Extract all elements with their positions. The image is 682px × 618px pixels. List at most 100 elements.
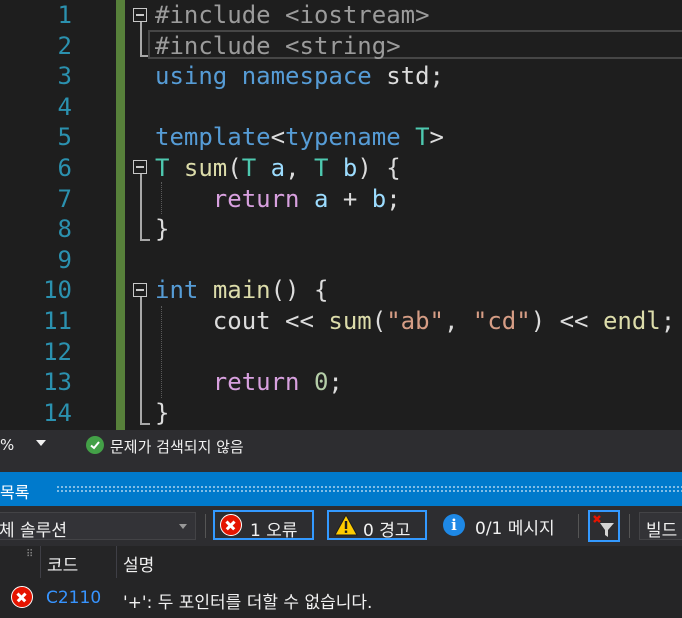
code-token: + bbox=[328, 184, 372, 213]
code-token: namespace bbox=[241, 62, 372, 91]
zoom-level[interactable]: % bbox=[0, 436, 14, 454]
outline-guide bbox=[140, 423, 150, 425]
line-number: 12 bbox=[43, 337, 72, 366]
code-line[interactable]: return 0; bbox=[155, 367, 343, 397]
line-number: 3 bbox=[57, 62, 72, 91]
code-token: int bbox=[155, 276, 199, 305]
check-circle-icon bbox=[86, 436, 104, 454]
code-line[interactable]: } bbox=[155, 398, 169, 428]
code-token: ; bbox=[328, 368, 343, 397]
code-token: ( bbox=[371, 307, 387, 335]
collapse-icon[interactable] bbox=[133, 283, 147, 297]
chevron-down-icon[interactable] bbox=[36, 440, 46, 446]
warnings-filter-button[interactable]: 0 경고 bbox=[327, 510, 427, 541]
code-token: < bbox=[270, 123, 286, 152]
code-token: , bbox=[285, 154, 314, 182]
code-token: , bbox=[444, 307, 473, 335]
messages-count-label: 0/1 메시지 bbox=[475, 519, 555, 539]
code-token: ) << bbox=[530, 307, 603, 335]
code-line[interactable]: template<typename T> bbox=[155, 122, 444, 152]
change-tracking-bar bbox=[116, 0, 125, 430]
code-line[interactable]: int main() { bbox=[155, 275, 328, 305]
code-token: ( bbox=[227, 154, 242, 182]
code-token: T bbox=[241, 154, 257, 182]
code-token: a bbox=[270, 154, 286, 182]
code-token: T bbox=[155, 154, 170, 182]
code-token: } bbox=[155, 215, 170, 244]
code-token: T bbox=[415, 123, 430, 152]
code-token: using bbox=[155, 62, 228, 91]
code-line[interactable]: cout << sum("ab", "cd") << endl; bbox=[155, 306, 675, 336]
column-separator[interactable] bbox=[40, 546, 41, 578]
error-list-title-bar[interactable]: 목록 bbox=[0, 472, 682, 506]
code-token: "ab" bbox=[386, 307, 444, 335]
code-line[interactable]: #include <iostream> bbox=[155, 0, 430, 30]
code-token: return bbox=[212, 184, 300, 213]
outline-guide bbox=[140, 239, 150, 241]
code-token: 0 bbox=[313, 368, 329, 397]
code-token: <string> bbox=[285, 31, 401, 60]
code-token: T bbox=[313, 154, 329, 182]
code-token: > bbox=[429, 123, 444, 152]
code-token: #include bbox=[155, 1, 286, 29]
line-number: 4 bbox=[57, 92, 72, 121]
outline-guide bbox=[140, 174, 142, 239]
code-line[interactable]: } bbox=[155, 214, 169, 244]
filter-clear-icon bbox=[593, 515, 614, 537]
panel-splitter[interactable] bbox=[0, 460, 682, 472]
collapse-icon[interactable] bbox=[133, 160, 147, 174]
code-line[interactable]: T sum(T a, T b) { bbox=[155, 153, 401, 183]
code-line[interactable]: return a + b; bbox=[155, 184, 401, 214]
code-token: return bbox=[212, 368, 300, 397]
build-label: 빌드 bbox=[646, 521, 678, 541]
column-header-description[interactable]: 설명 bbox=[123, 551, 154, 576]
scope-dropdown[interactable]: 체 솔루션 bbox=[0, 512, 196, 541]
code-token: sum bbox=[328, 307, 372, 335]
column-grip-icon[interactable]: ⠿ bbox=[26, 549, 33, 560]
line-number: 5 bbox=[57, 123, 72, 152]
table-row[interactable]: C2110 '+': 두 포인터를 더할 수 없습니다. bbox=[0, 578, 682, 618]
outline-guide bbox=[140, 55, 148, 57]
code-line[interactable]: #include <string> bbox=[155, 31, 401, 61]
code-token: main bbox=[212, 276, 271, 305]
issues-status[interactable]: 문제가 검색되지 않음 bbox=[110, 436, 244, 457]
error-description: '+': 두 포인터를 더할 수 없습니다. bbox=[123, 593, 373, 613]
build-source-dropdown[interactable]: 빌드 bbox=[639, 512, 682, 541]
warnings-count-label: 0 경고 bbox=[363, 521, 411, 541]
code-token: ; bbox=[660, 307, 676, 335]
line-number-gutter: 1 2 3 4 5 6 7 8 9 10 11 12 13 14 bbox=[0, 0, 115, 430]
code-editor[interactable]: 1 2 3 4 5 6 7 8 9 10 11 12 13 14 #include <iostream> #… bbox=[0, 0, 682, 430]
line-number: 2 bbox=[57, 31, 72, 60]
code-token: b bbox=[371, 184, 387, 213]
column-separator[interactable] bbox=[116, 546, 117, 578]
scope-value: 체 솔루션 bbox=[0, 521, 67, 541]
panel-title: 목록 bbox=[0, 483, 30, 502]
error-code-link[interactable]: C2110 bbox=[46, 588, 101, 608]
title-bar-grip bbox=[56, 485, 682, 493]
code-token: <iostream> bbox=[285, 1, 430, 29]
code-token: std; bbox=[371, 62, 444, 91]
error-icon bbox=[11, 586, 33, 608]
errors-count-label: 1 오류 bbox=[250, 521, 298, 541]
code-token: a bbox=[313, 184, 329, 213]
line-number: 8 bbox=[57, 215, 72, 244]
line-number: 10 bbox=[43, 276, 72, 305]
code-token: cout << bbox=[155, 307, 329, 335]
errors-filter-button[interactable]: 1 오류 bbox=[213, 510, 314, 541]
code-token: "cd" bbox=[472, 307, 531, 335]
error-list-header: ⠿ 코드 설명 bbox=[0, 546, 682, 579]
outline-guide bbox=[140, 22, 142, 55]
clear-filter-button[interactable] bbox=[588, 510, 620, 542]
warning-icon bbox=[334, 514, 358, 536]
collapse-icon[interactable] bbox=[133, 8, 147, 22]
code-line[interactable]: using namespace std; bbox=[155, 61, 444, 91]
code-token: b bbox=[342, 154, 358, 182]
column-header-code[interactable]: 코드 bbox=[47, 551, 78, 576]
code-token: typename bbox=[285, 123, 401, 152]
